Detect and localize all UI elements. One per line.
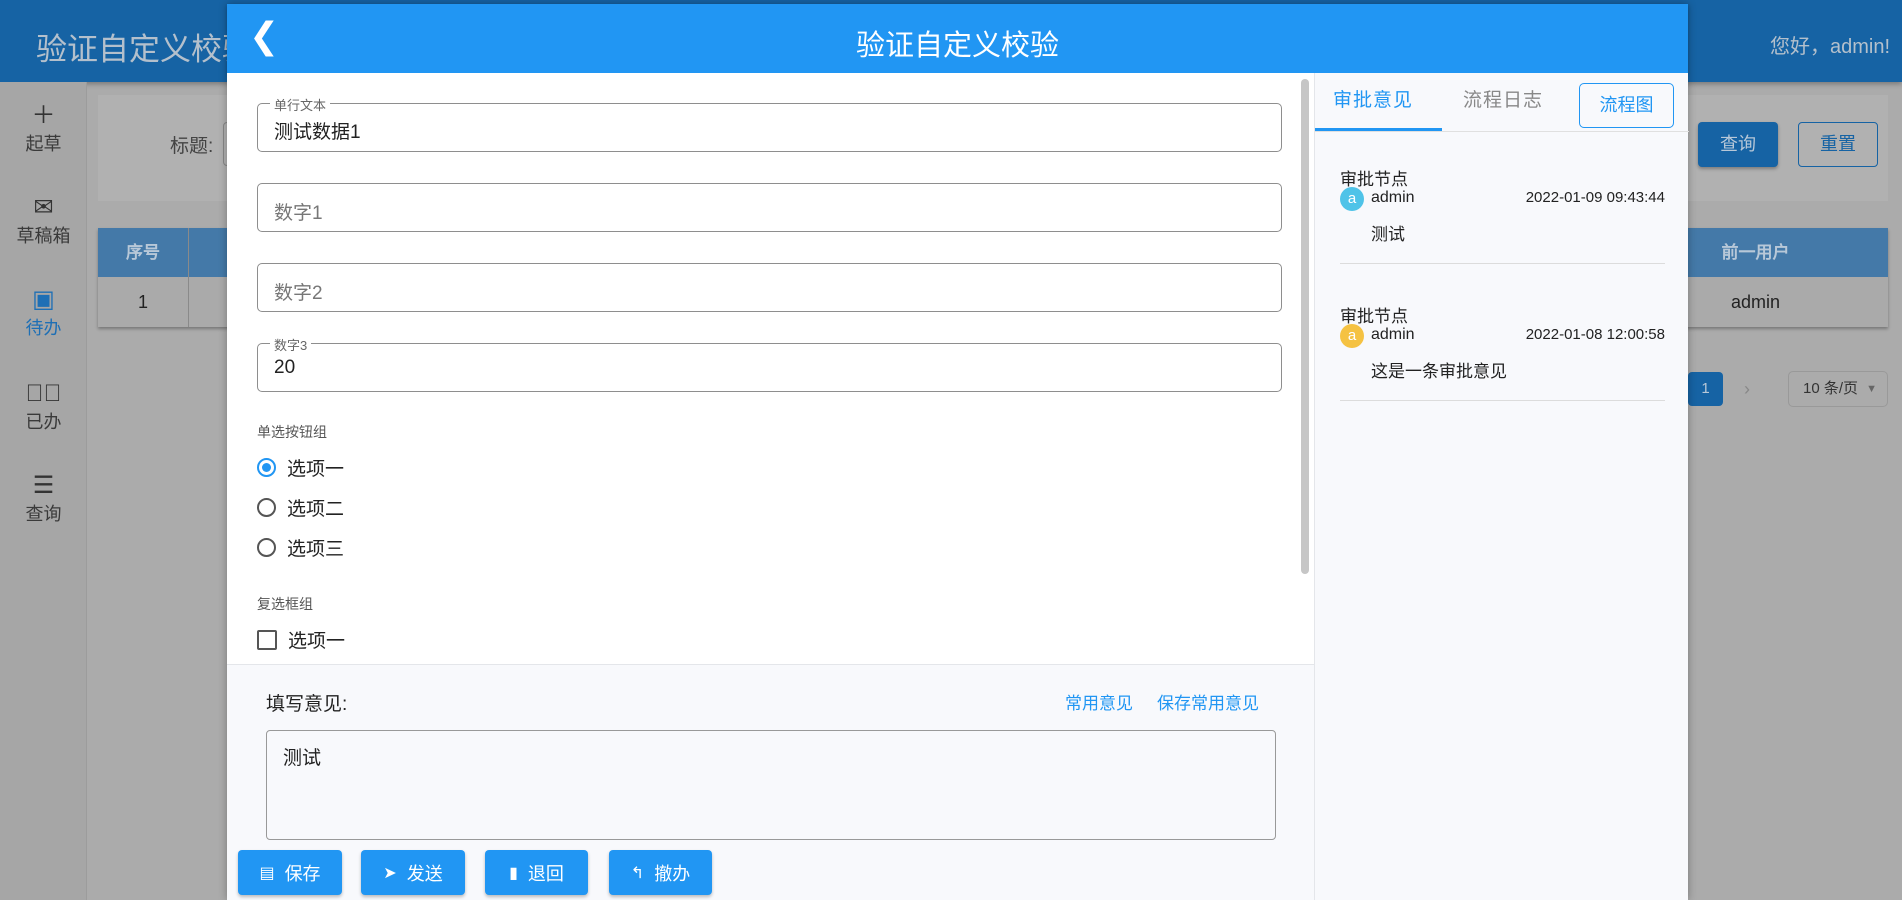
sidebar-item-drafts-box[interactable]: ✉ 草稿箱 bbox=[0, 194, 87, 248]
entry-user: admin bbox=[1371, 326, 1415, 343]
radio-unchecked-icon bbox=[257, 498, 276, 517]
return-button[interactable]: ▮ 退回 bbox=[485, 850, 588, 895]
check-circle-icon: ✓⃝ bbox=[25, 380, 62, 407]
cell-index: 1 bbox=[137, 292, 148, 312]
form-modal: ❮ 验证自定义校验 单行文本 测试数据1 数字1 数字2 数字3 20 单选按钮组 … bbox=[227, 4, 1689, 900]
number3-field[interactable]: 数字3 20 bbox=[257, 335, 1282, 392]
sidebar-item-draft[interactable]: ＋ 起草 bbox=[0, 102, 87, 156]
common-opinions-link[interactable]: 常用意见 bbox=[1065, 689, 1133, 714]
caret-down-icon: ▼ bbox=[1866, 383, 1877, 395]
app-title: 验证自定义校验 bbox=[36, 32, 253, 67]
sidebar-item-label: 起草 bbox=[25, 134, 62, 154]
sidebar-item-done[interactable]: ✓⃝ 已办 bbox=[0, 380, 87, 434]
option-label: 选项三 bbox=[287, 539, 345, 560]
floppy-disk-icon: ▤ bbox=[259, 864, 275, 882]
save-common-opinion-link[interactable]: 保存常用意见 bbox=[1157, 689, 1259, 714]
flow-chart-button[interactable]: 流程图 bbox=[1579, 83, 1674, 128]
paper-plane-icon: ➤ bbox=[383, 864, 397, 882]
radio-unchecked-icon bbox=[257, 538, 276, 557]
avatar: a bbox=[1340, 187, 1364, 211]
number1-field[interactable]: 数字1 bbox=[257, 183, 1282, 232]
save-button[interactable]: ▤ 保存 bbox=[238, 850, 342, 895]
page-size-select[interactable]: 10 条/页 ▼ bbox=[1788, 371, 1888, 407]
entry-message: 这是一条审批意见 bbox=[1371, 362, 1507, 381]
sidebar-item-label: 待办 bbox=[25, 318, 62, 338]
sidebar-item-label: 已办 bbox=[25, 412, 62, 432]
button-label: 退回 bbox=[527, 863, 564, 884]
field-label: 数字3 bbox=[270, 335, 312, 354]
clipboard-return-icon: ▮ bbox=[509, 864, 518, 882]
next-page-button[interactable]: › bbox=[1744, 372, 1750, 406]
button-label: 保存 bbox=[284, 863, 321, 884]
field-value: 测试数据1 bbox=[274, 122, 361, 143]
opinion-textarea[interactable]: 测试 bbox=[266, 730, 1276, 840]
radio-checked-icon bbox=[257, 458, 276, 477]
number2-field[interactable]: 数字2 bbox=[257, 263, 1282, 312]
tab-process-log[interactable]: 流程日志 bbox=[1463, 85, 1543, 112]
withdraw-button[interactable]: ↰ 撤办 bbox=[609, 850, 712, 895]
envelope-open-icon: ✉ bbox=[33, 194, 54, 221]
title-label: 标题: bbox=[170, 136, 214, 157]
checkbox-group-label: 复选框组 bbox=[257, 596, 313, 612]
approval-panel: 审批意见 流程日志 流程图 审批节点 a admin 2022-01-09 09… bbox=[1314, 73, 1689, 900]
column-header-index: 序号 bbox=[126, 243, 160, 262]
option-label: 选项一 bbox=[287, 459, 345, 480]
tab-divider bbox=[1315, 131, 1689, 132]
field-value: 20 bbox=[274, 357, 296, 378]
avatar: a bbox=[1340, 324, 1364, 348]
button-label: 发送 bbox=[406, 863, 443, 884]
list-icon: ☰ bbox=[32, 472, 55, 499]
sidebar: ＋ 起草 ✉ 草稿箱 ▣ 待办 ✓⃝ 已办 ☰ 查询 bbox=[0, 82, 87, 900]
send-button[interactable]: ➤ 发送 bbox=[361, 850, 465, 895]
opinion-section: 填写意见: 常用意见 保存常用意见 测试 ▤ 保存 ➤ 发送 ▮ 退回 ↰ 撤办 bbox=[227, 664, 1314, 900]
checkbox-option-1[interactable]: 选项一 bbox=[257, 626, 345, 653]
radio-group-label: 单选按钮组 bbox=[257, 424, 327, 440]
radio-option-3[interactable]: 选项三 bbox=[257, 534, 344, 561]
field-placeholder: 数字2 bbox=[274, 283, 323, 304]
cell-previous-user: admin bbox=[1730, 292, 1781, 312]
page-size-value: 10 条/页 bbox=[1803, 380, 1859, 397]
entry-user: admin bbox=[1371, 189, 1415, 206]
opinion-label: 填写意见: bbox=[266, 694, 348, 715]
page-1-button[interactable]: 1 bbox=[1688, 372, 1723, 406]
button-label: 撤办 bbox=[654, 863, 691, 884]
radio-option-1[interactable]: 选项一 bbox=[257, 454, 344, 481]
sidebar-item-query[interactable]: ☰ 查询 bbox=[0, 472, 87, 526]
scrollbar[interactable] bbox=[1301, 79, 1309, 574]
field-placeholder: 数字1 bbox=[274, 203, 323, 224]
reset-button[interactable]: 重置 bbox=[1798, 122, 1878, 167]
radio-option-2[interactable]: 选项二 bbox=[257, 494, 344, 521]
user-greeting: 您好，admin! bbox=[1769, 36, 1890, 58]
sidebar-item-todo[interactable]: ▣ 待办 bbox=[0, 286, 87, 340]
field-label: 单行文本 bbox=[270, 95, 331, 114]
modal-title: 验证自定义校验 bbox=[855, 30, 1059, 62]
tab-approval-opinions[interactable]: 审批意见 bbox=[1333, 85, 1413, 112]
plus-icon: ＋ bbox=[31, 102, 56, 129]
column-header-previous-user: 前一用户 bbox=[1721, 243, 1790, 262]
query-button[interactable]: 查询 bbox=[1698, 122, 1778, 167]
entry-message: 测试 bbox=[1371, 225, 1405, 244]
inbox-icon: ▣ bbox=[32, 286, 55, 313]
entry-time: 2022-01-08 12:00:58 bbox=[1525, 326, 1665, 343]
entry-time: 2022-01-09 09:43:44 bbox=[1525, 189, 1665, 206]
modal-header: ❮ 验证自定义校验 bbox=[227, 4, 1688, 73]
reply-icon: ↰ bbox=[630, 864, 645, 882]
divider bbox=[1340, 263, 1665, 264]
option-label: 选项二 bbox=[287, 499, 345, 520]
sidebar-item-label: 草稿箱 bbox=[16, 226, 71, 246]
form-panel: 单行文本 测试数据1 数字1 数字2 数字3 20 单选按钮组 选项一 选项二 选项… bbox=[227, 73, 1314, 664]
column-divider bbox=[188, 228, 189, 327]
single-line-text-field[interactable]: 单行文本测试数据1 bbox=[257, 95, 1282, 152]
sidebar-item-label: 查询 bbox=[25, 504, 62, 524]
option-label: 选项一 bbox=[288, 631, 346, 652]
checkbox-icon bbox=[257, 629, 277, 650]
divider bbox=[1340, 400, 1665, 401]
